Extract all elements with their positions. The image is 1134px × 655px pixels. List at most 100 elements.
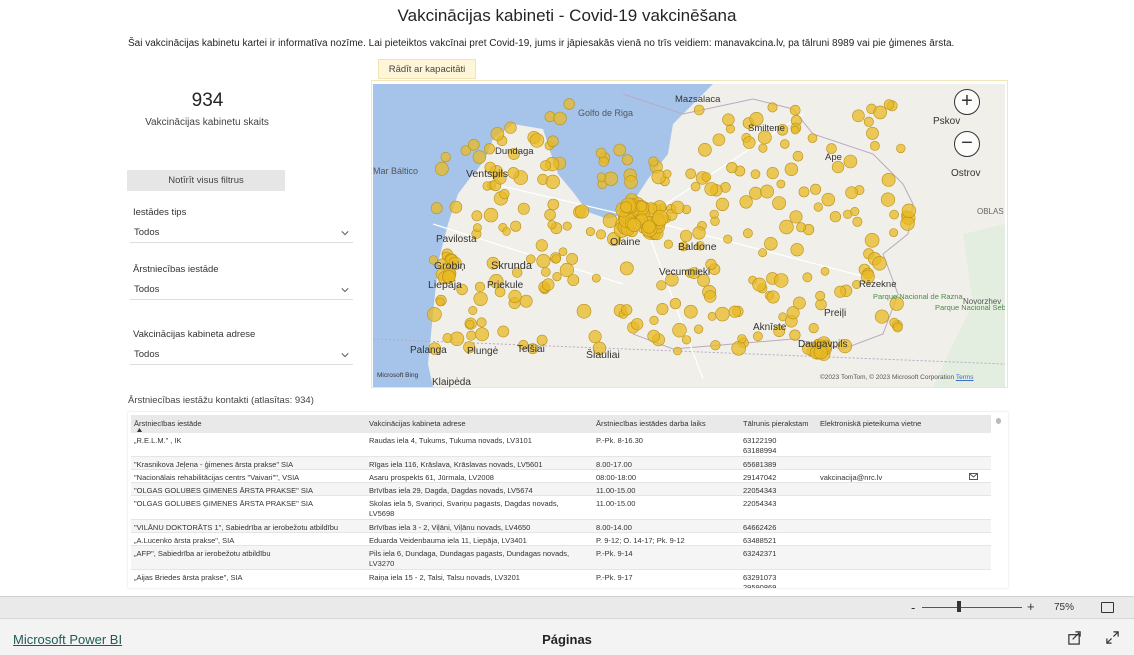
table-row[interactable]: „AFP", Sabiedrība ar ierobežotu atbildīb… bbox=[131, 546, 991, 570]
map-dot[interactable] bbox=[472, 150, 487, 164]
map-dot[interactable] bbox=[596, 172, 607, 182]
map-dot[interactable] bbox=[649, 315, 659, 325]
map-dot[interactable] bbox=[440, 151, 451, 163]
map-dot[interactable] bbox=[742, 228, 753, 239]
map-dot[interactable] bbox=[798, 186, 810, 198]
map-dot[interactable] bbox=[694, 324, 704, 334]
map-dot[interactable] bbox=[558, 247, 568, 256]
filter-dropdown-institution-type[interactable]: Todos bbox=[130, 223, 353, 243]
map-dot[interactable] bbox=[519, 294, 533, 308]
map-dot[interactable] bbox=[802, 272, 813, 283]
map-dot[interactable] bbox=[681, 335, 692, 345]
map-dot[interactable] bbox=[535, 239, 548, 252]
map-dot[interactable] bbox=[701, 172, 712, 182]
reset-filters-button[interactable]: Notīrīt visus filtrus bbox=[127, 170, 285, 191]
map-dot[interactable] bbox=[739, 195, 753, 209]
map-dot[interactable] bbox=[752, 277, 767, 292]
map-dot[interactable] bbox=[585, 227, 595, 237]
map-dot[interactable] bbox=[815, 290, 826, 301]
map-dot[interactable] bbox=[671, 200, 685, 215]
map-dot[interactable] bbox=[465, 319, 475, 329]
map-dot[interactable] bbox=[821, 192, 835, 207]
map-dot[interactable] bbox=[541, 267, 551, 277]
map-dot[interactable] bbox=[779, 219, 794, 235]
map-dot[interactable] bbox=[892, 322, 903, 333]
map-dot[interactable] bbox=[474, 281, 486, 292]
map-dot[interactable] bbox=[712, 133, 726, 147]
map-dot[interactable] bbox=[789, 104, 801, 116]
map-zoom-out-button[interactable]: − bbox=[954, 131, 980, 157]
filter-dropdown-institution[interactable]: Todos bbox=[130, 280, 353, 300]
map-dot[interactable] bbox=[866, 126, 879, 140]
fit-to-page-icon[interactable] bbox=[1101, 602, 1114, 613]
map-dot[interactable] bbox=[790, 125, 800, 135]
map-dot[interactable] bbox=[621, 154, 633, 166]
map-dot[interactable] bbox=[547, 220, 557, 230]
fullscreen-icon[interactable] bbox=[1105, 630, 1120, 645]
zoom-slider-thumb[interactable] bbox=[957, 601, 961, 612]
map-dot[interactable] bbox=[588, 330, 602, 344]
zoom-out-button[interactable]: - bbox=[911, 600, 915, 615]
map-dot[interactable] bbox=[591, 273, 601, 283]
map-dot[interactable] bbox=[669, 298, 682, 310]
map-terms-link[interactable]: Terms bbox=[956, 374, 974, 381]
column-header-institution[interactable]: Ārstniecības iestāde bbox=[134, 419, 202, 428]
map-dot[interactable] bbox=[662, 169, 672, 179]
map-dot[interactable] bbox=[468, 306, 478, 316]
map-dot[interactable] bbox=[613, 143, 626, 157]
map-dot[interactable] bbox=[619, 261, 634, 276]
map-dot[interactable] bbox=[663, 239, 674, 249]
map-dot[interactable] bbox=[845, 186, 858, 199]
zoom-slider-track[interactable] bbox=[922, 607, 1022, 608]
map-dot[interactable] bbox=[789, 210, 803, 224]
map-dot[interactable] bbox=[468, 138, 480, 151]
map-dot[interactable] bbox=[449, 200, 463, 214]
map-dot[interactable] bbox=[834, 285, 847, 298]
map-dot[interactable] bbox=[507, 167, 520, 179]
map-dot[interactable] bbox=[547, 198, 560, 211]
map-dot[interactable] bbox=[731, 340, 747, 356]
map-dot[interactable] bbox=[766, 290, 780, 304]
map-dot[interactable] bbox=[596, 229, 607, 240]
zoom-in-button[interactable]: + bbox=[1027, 599, 1035, 614]
map-dot[interactable] bbox=[889, 209, 899, 220]
column-header-address[interactable]: Vakcinācijas kabineta adrese bbox=[369, 419, 466, 428]
map-dot[interactable] bbox=[473, 291, 488, 306]
map-dot[interactable] bbox=[484, 143, 496, 155]
map-dot[interactable] bbox=[869, 141, 880, 151]
map-dot[interactable] bbox=[723, 234, 733, 244]
map-dot[interactable] bbox=[728, 305, 741, 318]
map-dot[interactable] bbox=[889, 228, 898, 237]
map-dot[interactable] bbox=[624, 175, 638, 189]
table-row[interactable]: "OLGAS GOLUBES ĢIMENES ĀRSTA PRAKSE" SIA… bbox=[131, 496, 991, 520]
map-dot[interactable] bbox=[683, 304, 698, 319]
map-dot[interactable] bbox=[563, 98, 575, 110]
map-dot[interactable] bbox=[725, 124, 736, 134]
map-visual[interactable]: Mazsalaca Golfo de Riga Smiltene Pskov A… bbox=[373, 84, 1005, 387]
map-dot[interactable] bbox=[627, 218, 642, 233]
column-header-hours[interactable]: Ārstniecības iestādes darba laiks bbox=[596, 419, 706, 428]
map-dot[interactable] bbox=[483, 207, 499, 223]
map-dot[interactable] bbox=[704, 182, 719, 196]
map-dot[interactable] bbox=[710, 340, 721, 351]
map-dot[interactable] bbox=[715, 197, 730, 211]
map-dot[interactable] bbox=[715, 306, 730, 322]
map-dot[interactable] bbox=[813, 202, 823, 212]
map-dot[interactable] bbox=[807, 133, 818, 144]
scrollbar-thumb[interactable] bbox=[996, 418, 1001, 424]
map-dot[interactable] bbox=[772, 196, 786, 210]
map-dot[interactable] bbox=[631, 318, 644, 331]
map-dot[interactable] bbox=[873, 105, 888, 120]
map-dot[interactable] bbox=[595, 147, 607, 159]
filter-dropdown-address[interactable]: Todos bbox=[130, 345, 353, 365]
map-dot[interactable] bbox=[475, 327, 489, 342]
map-dot[interactable] bbox=[685, 168, 697, 180]
map-dot[interactable] bbox=[430, 202, 443, 215]
map-dot[interactable] bbox=[620, 201, 633, 214]
map-dot[interactable] bbox=[635, 200, 648, 212]
map-dot[interactable] bbox=[566, 252, 578, 265]
map-dot[interactable] bbox=[896, 143, 906, 154]
map-dot[interactable] bbox=[792, 296, 806, 310]
map-dot[interactable] bbox=[510, 220, 522, 232]
map-dot[interactable] bbox=[820, 267, 830, 276]
